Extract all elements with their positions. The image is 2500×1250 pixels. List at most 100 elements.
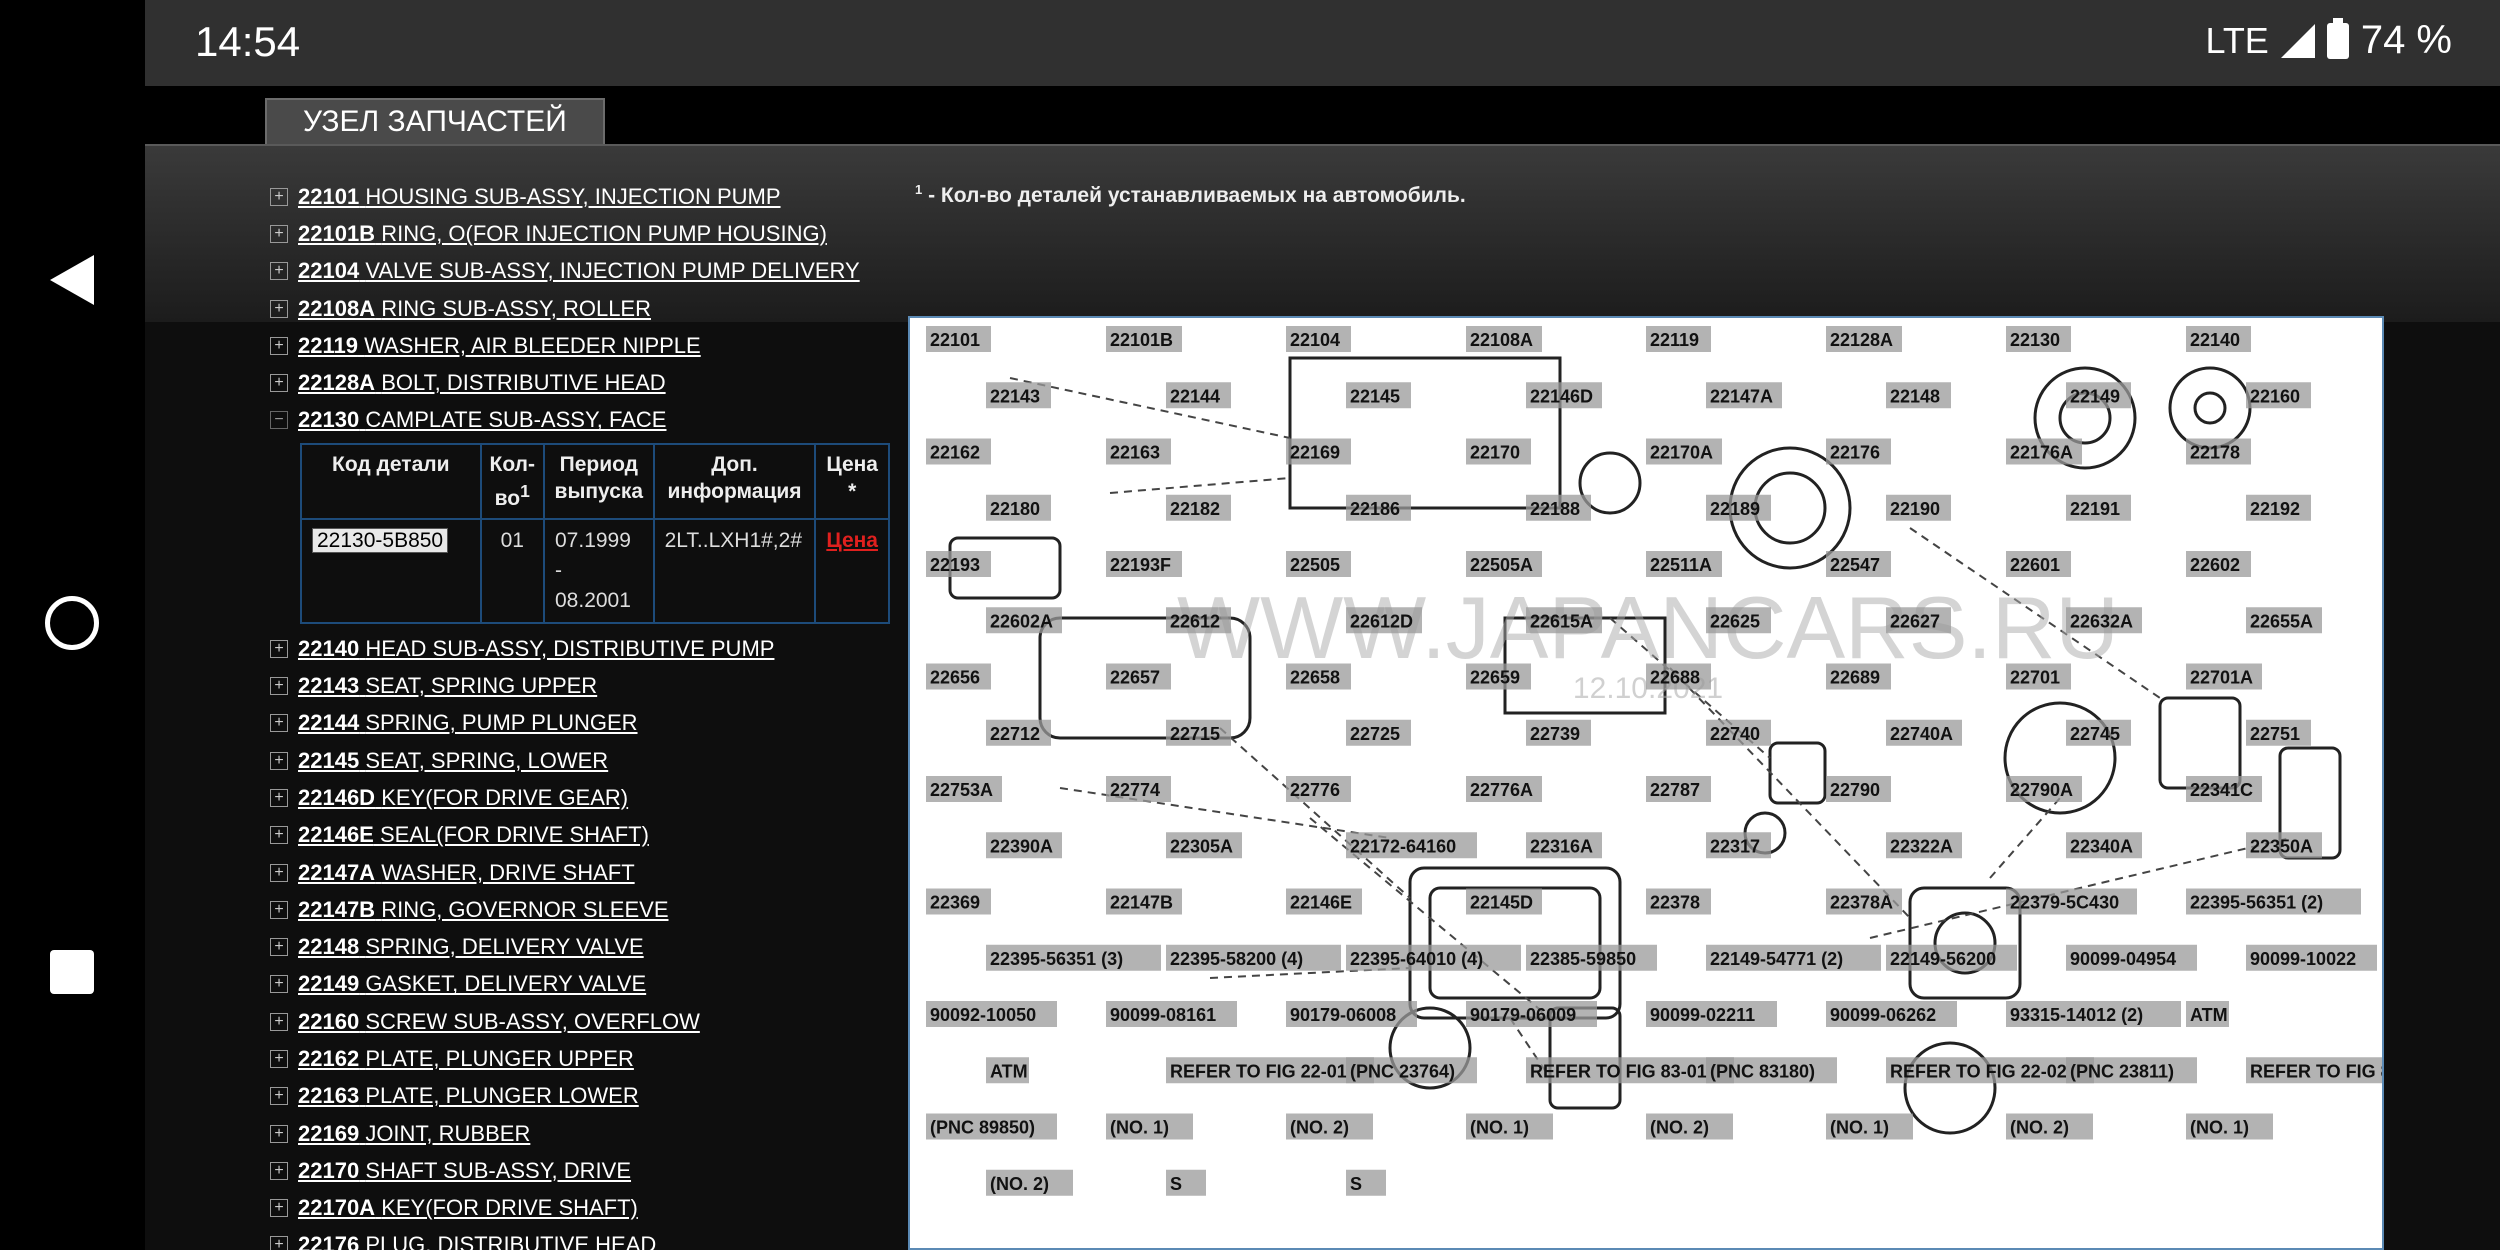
expand-icon[interactable]: + xyxy=(270,1161,288,1180)
callout-label: (NO. 1) xyxy=(1470,1118,1529,1138)
callout-label: 22188 xyxy=(1530,499,1580,519)
signal-icon xyxy=(2280,23,2315,58)
callout-label: (NO. 1) xyxy=(1830,1118,1889,1138)
callout-label: 22369 xyxy=(930,893,980,913)
part-link[interactable]: 22148 SPRING, DELIVERY VALVE xyxy=(298,934,644,960)
part-link[interactable]: 22104 VALVE SUB-ASSY, INJECTION PUMP DEL… xyxy=(298,258,860,284)
callout-label: (NO. 1) xyxy=(1110,1118,1169,1138)
part-name: HEAD SUB-ASSY, DISTRIBUTIVE PUMP xyxy=(365,635,775,661)
part-link[interactable]: 22145 SEAT, SPRING, LOWER xyxy=(298,748,608,774)
expand-icon[interactable]: + xyxy=(270,863,288,882)
part-link[interactable]: 22176 PLUG, DISTRIBUTIVE HEAD xyxy=(298,1232,656,1250)
part-number[interactable]: 22130-5B850 xyxy=(312,528,449,554)
head-plug-outline xyxy=(1768,741,1827,805)
callout-label: 22395-64010 (4) xyxy=(1350,949,1483,969)
part-link[interactable]: 22144 SPRING, PUMP PLUNGER xyxy=(298,710,638,736)
part-link[interactable]: 22146D KEY(FOR DRIVE GEAR) xyxy=(298,785,628,811)
part-link[interactable]: 22130 CAMPLATE SUB-ASSY, FACE xyxy=(298,407,666,433)
part-name: PLUG, DISTRIBUTIVE HEAD xyxy=(365,1232,657,1250)
expand-icon[interactable]: + xyxy=(270,187,288,206)
expand-icon[interactable]: + xyxy=(270,751,288,770)
footnote-text: - Кол-во деталей устанавливаемых на авто… xyxy=(922,184,1466,207)
expand-icon[interactable]: + xyxy=(270,299,288,318)
callout-label: (NO. 2) xyxy=(1290,1118,1349,1138)
expand-icon[interactable]: + xyxy=(270,826,288,845)
expand-icon[interactable]: + xyxy=(270,639,288,658)
collapse-icon[interactable]: − xyxy=(270,411,288,430)
callout-label: 22191 xyxy=(2070,499,2120,519)
callout-label: 22776A xyxy=(1470,780,1533,800)
part-code: 22108A xyxy=(298,295,376,321)
part-link[interactable]: 22170A KEY(FOR DRIVE SHAFT) xyxy=(298,1195,638,1221)
callout-label: 22390A xyxy=(990,836,1053,856)
expand-icon[interactable]: + xyxy=(270,1124,288,1143)
callout-label: 22790A xyxy=(2010,780,2073,800)
part-row: +22149 GASKET, DELIVERY VALVE xyxy=(270,966,890,1003)
part-row: +22170A KEY(FOR DRIVE SHAFT) xyxy=(270,1190,890,1227)
expand-icon[interactable]: + xyxy=(270,374,288,393)
part-link[interactable]: 22119 WASHER, AIR BLEEDER NIPPLE xyxy=(298,333,701,359)
expand-icon[interactable]: + xyxy=(270,788,288,807)
callout-label: 22751 xyxy=(2250,724,2300,744)
expand-icon[interactable]: + xyxy=(270,677,288,696)
part-code: 22101 xyxy=(298,183,360,209)
callout-label: 22385-59850 xyxy=(1530,949,1636,969)
expand-icon[interactable]: + xyxy=(270,1012,288,1031)
expand-icon[interactable]: + xyxy=(270,975,288,994)
callout-label: 22725 xyxy=(1350,724,1400,744)
part-link[interactable]: 22169 JOINT, RUBBER xyxy=(298,1121,530,1147)
part-link[interactable]: 22128A BOLT, DISTRIBUTIVE HEAD xyxy=(298,370,666,396)
clock: 14:54 xyxy=(195,18,301,65)
part-code: 22145 xyxy=(298,747,360,773)
expand-icon[interactable]: + xyxy=(270,224,288,243)
part-row: +22128A BOLT, DISTRIBUTIVE HEAD xyxy=(270,364,890,401)
part-link[interactable]: 22143 SEAT, SPRING UPPER xyxy=(298,673,597,699)
part-link[interactable]: 22147B RING, GOVERNOR SLEEVE xyxy=(298,897,669,923)
part-link[interactable]: 22101B RING, O(FOR INJECTION PUMP HOUSIN… xyxy=(298,221,827,247)
price-link[interactable]: Цена xyxy=(826,529,878,552)
part-link[interactable]: 22146E SEAL(FOR DRIVE SHAFT) xyxy=(298,822,649,848)
callout-label: 22658 xyxy=(1290,668,1340,688)
expand-icon[interactable]: + xyxy=(270,1199,288,1218)
part-link[interactable]: 22170 SHAFT SUB-ASSY, DRIVE xyxy=(298,1158,631,1184)
callout-label: 22119 xyxy=(1650,330,1699,350)
period-end: 08.2001 xyxy=(555,589,631,613)
part-link[interactable]: 22147A WASHER, DRIVE SHAFT xyxy=(298,860,635,886)
expand-icon[interactable]: + xyxy=(270,336,288,355)
part-name: WASHER, DRIVE SHAFT xyxy=(381,859,635,885)
expand-icon[interactable]: + xyxy=(270,1087,288,1106)
callout-label: S xyxy=(1350,1174,1362,1194)
home-button[interactable] xyxy=(22,573,122,673)
tab-parts-assembly[interactable]: УЗЕЛ ЗАПЧАСТЕЙ xyxy=(265,98,605,144)
callout-label: 22146D xyxy=(1530,386,1593,406)
part-link[interactable]: 22140 HEAD SUB-ASSY, DISTRIBUTIVE PUMP xyxy=(298,636,774,662)
callout-label: 22143 xyxy=(990,386,1040,406)
expand-icon[interactable]: + xyxy=(270,1049,288,1068)
callout-label: (PNC 89850) xyxy=(930,1118,1035,1138)
callout-label: 22145D xyxy=(1470,893,1533,913)
callout-label: 22148 xyxy=(1890,386,1940,406)
callout-label: 22178 xyxy=(2190,443,2240,463)
part-row: +22146E SEAL(FOR DRIVE SHAFT) xyxy=(270,817,890,854)
parts-diagram[interactable]: WWW.JAPANCARS.RU12.10.20212210122101B221… xyxy=(908,316,2384,1250)
callout-label: 22193F xyxy=(1110,555,1171,575)
part-link[interactable]: 22108A RING SUB-ASSY, ROLLER xyxy=(298,296,651,322)
callout-label: 22101B xyxy=(1110,330,1173,350)
recent-apps-button[interactable] xyxy=(22,922,122,1022)
expand-icon[interactable]: + xyxy=(270,900,288,919)
part-link[interactable]: 22163 PLATE, PLUNGER LOWER xyxy=(298,1083,639,1109)
part-link[interactable]: 22160 SCREW SUB-ASSY, OVERFLOW xyxy=(298,1009,700,1035)
expand-icon[interactable]: + xyxy=(270,938,288,957)
part-link[interactable]: 22162 PLATE, PLUNGER UPPER xyxy=(298,1046,634,1072)
part-row: +22140 HEAD SUB-ASSY, DISTRIBUTIVE PUMP xyxy=(270,630,890,667)
part-row: +22147B RING, GOVERNOR SLEEVE xyxy=(270,891,890,928)
expand-icon[interactable]: + xyxy=(270,1236,288,1250)
battery-level: 74 % xyxy=(2360,18,2452,62)
expand-icon[interactable]: + xyxy=(270,262,288,281)
callout-label: 22170A xyxy=(1650,443,1713,463)
part-link[interactable]: 22149 GASKET, DELIVERY VALVE xyxy=(298,971,646,997)
part-name: GASKET, DELIVERY VALVE xyxy=(365,971,647,997)
expand-icon[interactable]: + xyxy=(270,714,288,733)
back-button[interactable] xyxy=(22,230,122,330)
part-link[interactable]: 22101 HOUSING SUB-ASSY, INJECTION PUMP xyxy=(298,184,781,210)
